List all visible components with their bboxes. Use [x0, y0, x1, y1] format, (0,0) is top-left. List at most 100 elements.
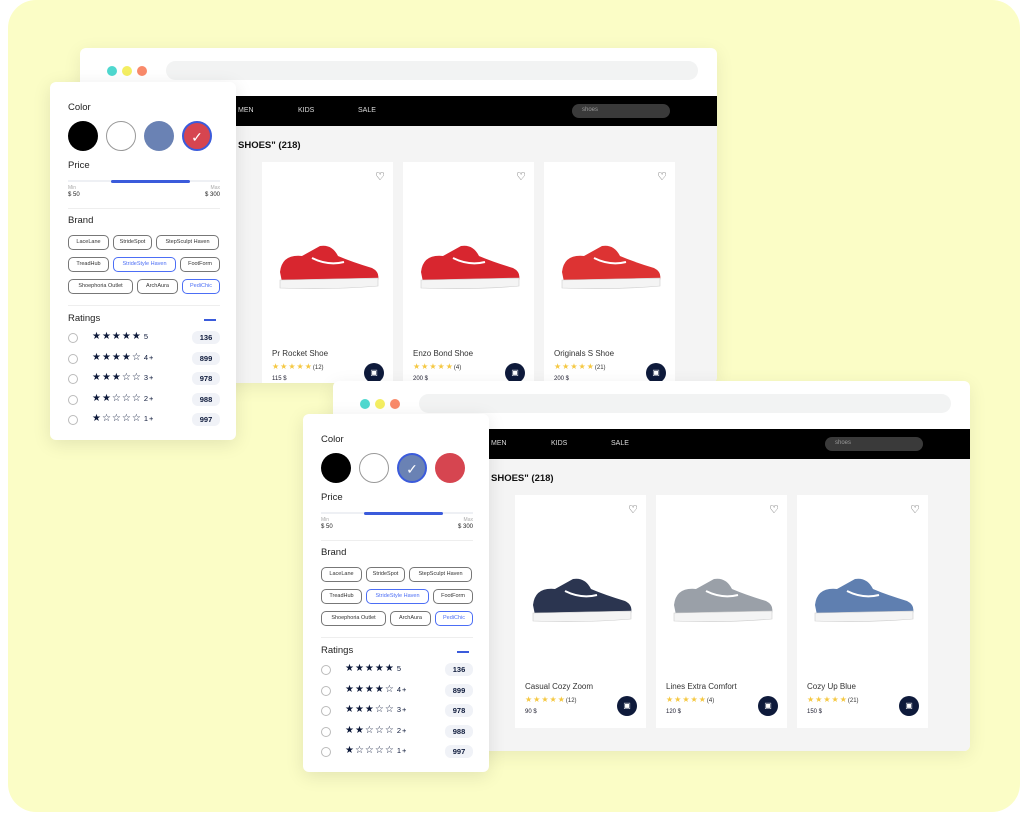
- add-to-cart-button[interactable]: ▣: [646, 363, 666, 383]
- address-bar[interactable]: [419, 394, 951, 413]
- brand-chip[interactable]: StrideSpot: [113, 235, 152, 250]
- add-to-cart-button[interactable]: ▣: [899, 696, 919, 716]
- ratings-heading: Ratings: [68, 313, 101, 324]
- brand-chip[interactable]: Shoephoria Outlet: [321, 611, 386, 626]
- price-slider[interactable]: [68, 180, 220, 183]
- radio-button[interactable]: [68, 353, 78, 364]
- search-input[interactable]: shoes: [825, 437, 923, 451]
- price-slider[interactable]: [321, 512, 473, 515]
- add-to-cart-button[interactable]: ▣: [758, 696, 778, 716]
- heart-icon[interactable]: ♡: [910, 503, 920, 516]
- color-swatch[interactable]: [435, 453, 465, 483]
- radio-button[interactable]: [321, 665, 331, 675]
- brand-chip[interactable]: FootForm: [180, 257, 220, 272]
- brand-chip[interactable]: LaceLane: [321, 567, 362, 582]
- rating-stars: ★★★★★ 5: [92, 331, 149, 342]
- brand-chip[interactable]: StepSculpt Haven: [156, 235, 219, 250]
- rating-option[interactable]: ★☆☆☆☆ 1+ 997: [321, 745, 473, 759]
- window-dot-0[interactable]: [360, 399, 370, 409]
- rating-option[interactable]: ★☆☆☆☆ 1+ 997: [68, 413, 220, 427]
- search-input[interactable]: shoes: [572, 104, 670, 118]
- color-swatch[interactable]: ✓: [182, 121, 212, 151]
- rating-option[interactable]: ★★★★☆ 4+ 899: [321, 683, 473, 698]
- nav-men[interactable]: MEN: [238, 107, 254, 114]
- nav-men[interactable]: MEN: [491, 440, 507, 447]
- brand-chip[interactable]: PediChic: [182, 279, 220, 294]
- product-name[interactable]: Cozy Up Blue: [807, 682, 856, 691]
- window-dot-2[interactable]: [137, 66, 147, 76]
- product-name[interactable]: Enzo Bond Shoe: [413, 349, 473, 358]
- brand-chip[interactable]: StepSculpt Haven: [409, 567, 472, 582]
- rating-option[interactable]: ★★★★☆ 4+ 899: [68, 351, 220, 366]
- window-dot-2[interactable]: [390, 399, 400, 409]
- bag-icon: ▣: [370, 368, 378, 377]
- brand-chip[interactable]: ArchAura: [137, 279, 178, 294]
- brand-chip[interactable]: TreadHub: [321, 589, 362, 604]
- rating-option[interactable]: ★★★☆☆ 3+ 978: [321, 704, 473, 718]
- add-to-cart-button[interactable]: ▣: [505, 363, 525, 383]
- radio-button[interactable]: [68, 415, 78, 425]
- radio-button[interactable]: [68, 374, 78, 384]
- product-image: [554, 232, 666, 302]
- brand-chip[interactable]: StrideStyle Haven: [113, 257, 176, 272]
- brand-chip[interactable]: ArchAura: [390, 611, 431, 626]
- nav-sale[interactable]: SALE: [611, 440, 629, 447]
- product-name[interactable]: Casual Cozy Zoom: [525, 682, 593, 691]
- radio-button[interactable]: [68, 333, 78, 343]
- rating-option[interactable]: ★★☆☆☆ 2+ 988: [68, 392, 220, 407]
- collapse-icon[interactable]: [457, 651, 469, 653]
- brand-chip[interactable]: TreadHub: [68, 257, 109, 272]
- product-card[interactable]: ♡ Originals S Shoe ★★★★★(21) 200 $ ▣: [544, 162, 675, 383]
- heart-icon[interactable]: ♡: [657, 170, 667, 183]
- collapse-icon[interactable]: [204, 319, 216, 321]
- rating-option[interactable]: ★★★☆☆ 3+ 978: [68, 372, 220, 386]
- nav-sale[interactable]: SALE: [358, 107, 376, 114]
- product-card[interactable]: ♡ Cozy Up Blue ★★★★★(21) 150 $ ▣: [797, 495, 928, 728]
- brand-chip[interactable]: StrideStyle Haven: [366, 589, 429, 604]
- heart-icon[interactable]: ♡: [769, 503, 779, 516]
- price-range-fill[interactable]: [363, 512, 443, 515]
- brand-chip[interactable]: LaceLane: [68, 235, 109, 250]
- product-image: [272, 232, 384, 302]
- product-card[interactable]: ♡ Lines Extra Comfort ★★★★★(4) 120 $ ▣: [656, 495, 787, 728]
- radio-button[interactable]: [321, 747, 331, 757]
- window-dot-1[interactable]: [375, 399, 385, 409]
- color-swatch[interactable]: [359, 453, 389, 483]
- product-card[interactable]: ♡ Casual Cozy Zoom ★★★★★(12) 90 $ ▣: [515, 495, 646, 728]
- color-swatch[interactable]: [321, 453, 351, 483]
- window-dot-0[interactable]: [107, 66, 117, 76]
- add-to-cart-button[interactable]: ▣: [364, 363, 384, 383]
- nav-kids[interactable]: KIDS: [551, 440, 567, 447]
- color-swatch[interactable]: ✓: [397, 453, 427, 483]
- product-name[interactable]: Lines Extra Comfort: [666, 682, 737, 691]
- product-card[interactable]: ♡ Pr Rocket Shoe ★★★★★(12) 115 $ ▣: [262, 162, 393, 383]
- heart-icon[interactable]: ♡: [375, 170, 385, 183]
- radio-button[interactable]: [321, 685, 331, 696]
- brand-chip[interactable]: StrideSpot: [366, 567, 405, 582]
- heart-icon[interactable]: ♡: [628, 503, 638, 516]
- color-swatch[interactable]: [106, 121, 136, 151]
- stars: ★★★★★: [345, 663, 395, 674]
- radio-button[interactable]: [321, 706, 331, 716]
- product-name[interactable]: Originals S Shoe: [554, 349, 614, 358]
- color-swatch[interactable]: [68, 121, 98, 151]
- brand-chip[interactable]: FootForm: [433, 589, 473, 604]
- product-card[interactable]: ♡ Enzo Bond Shoe ★★★★★(4) 200 $ ▣: [403, 162, 534, 383]
- radio-button[interactable]: [321, 726, 331, 737]
- rating-option[interactable]: ★★☆☆☆ 2+ 988: [321, 724, 473, 739]
- price-range-fill[interactable]: [110, 180, 190, 183]
- product-name[interactable]: Pr Rocket Shoe: [272, 349, 328, 358]
- color-swatch[interactable]: [144, 121, 174, 151]
- nav-kids[interactable]: KIDS: [298, 107, 314, 114]
- window-controls: [360, 399, 400, 409]
- brand-chip[interactable]: PediChic: [435, 611, 473, 626]
- address-bar[interactable]: [166, 61, 698, 80]
- heart-icon[interactable]: ♡: [516, 170, 526, 183]
- brand-chip[interactable]: Shoephoria Outlet: [68, 279, 133, 294]
- rating-option[interactable]: ★★★★★ 5 136: [68, 331, 220, 345]
- rating-stars: ★★★☆☆ 3+: [345, 704, 407, 715]
- window-dot-1[interactable]: [122, 66, 132, 76]
- radio-button[interactable]: [68, 394, 78, 405]
- add-to-cart-button[interactable]: ▣: [617, 696, 637, 716]
- rating-option[interactable]: ★★★★★ 5 136: [321, 663, 473, 677]
